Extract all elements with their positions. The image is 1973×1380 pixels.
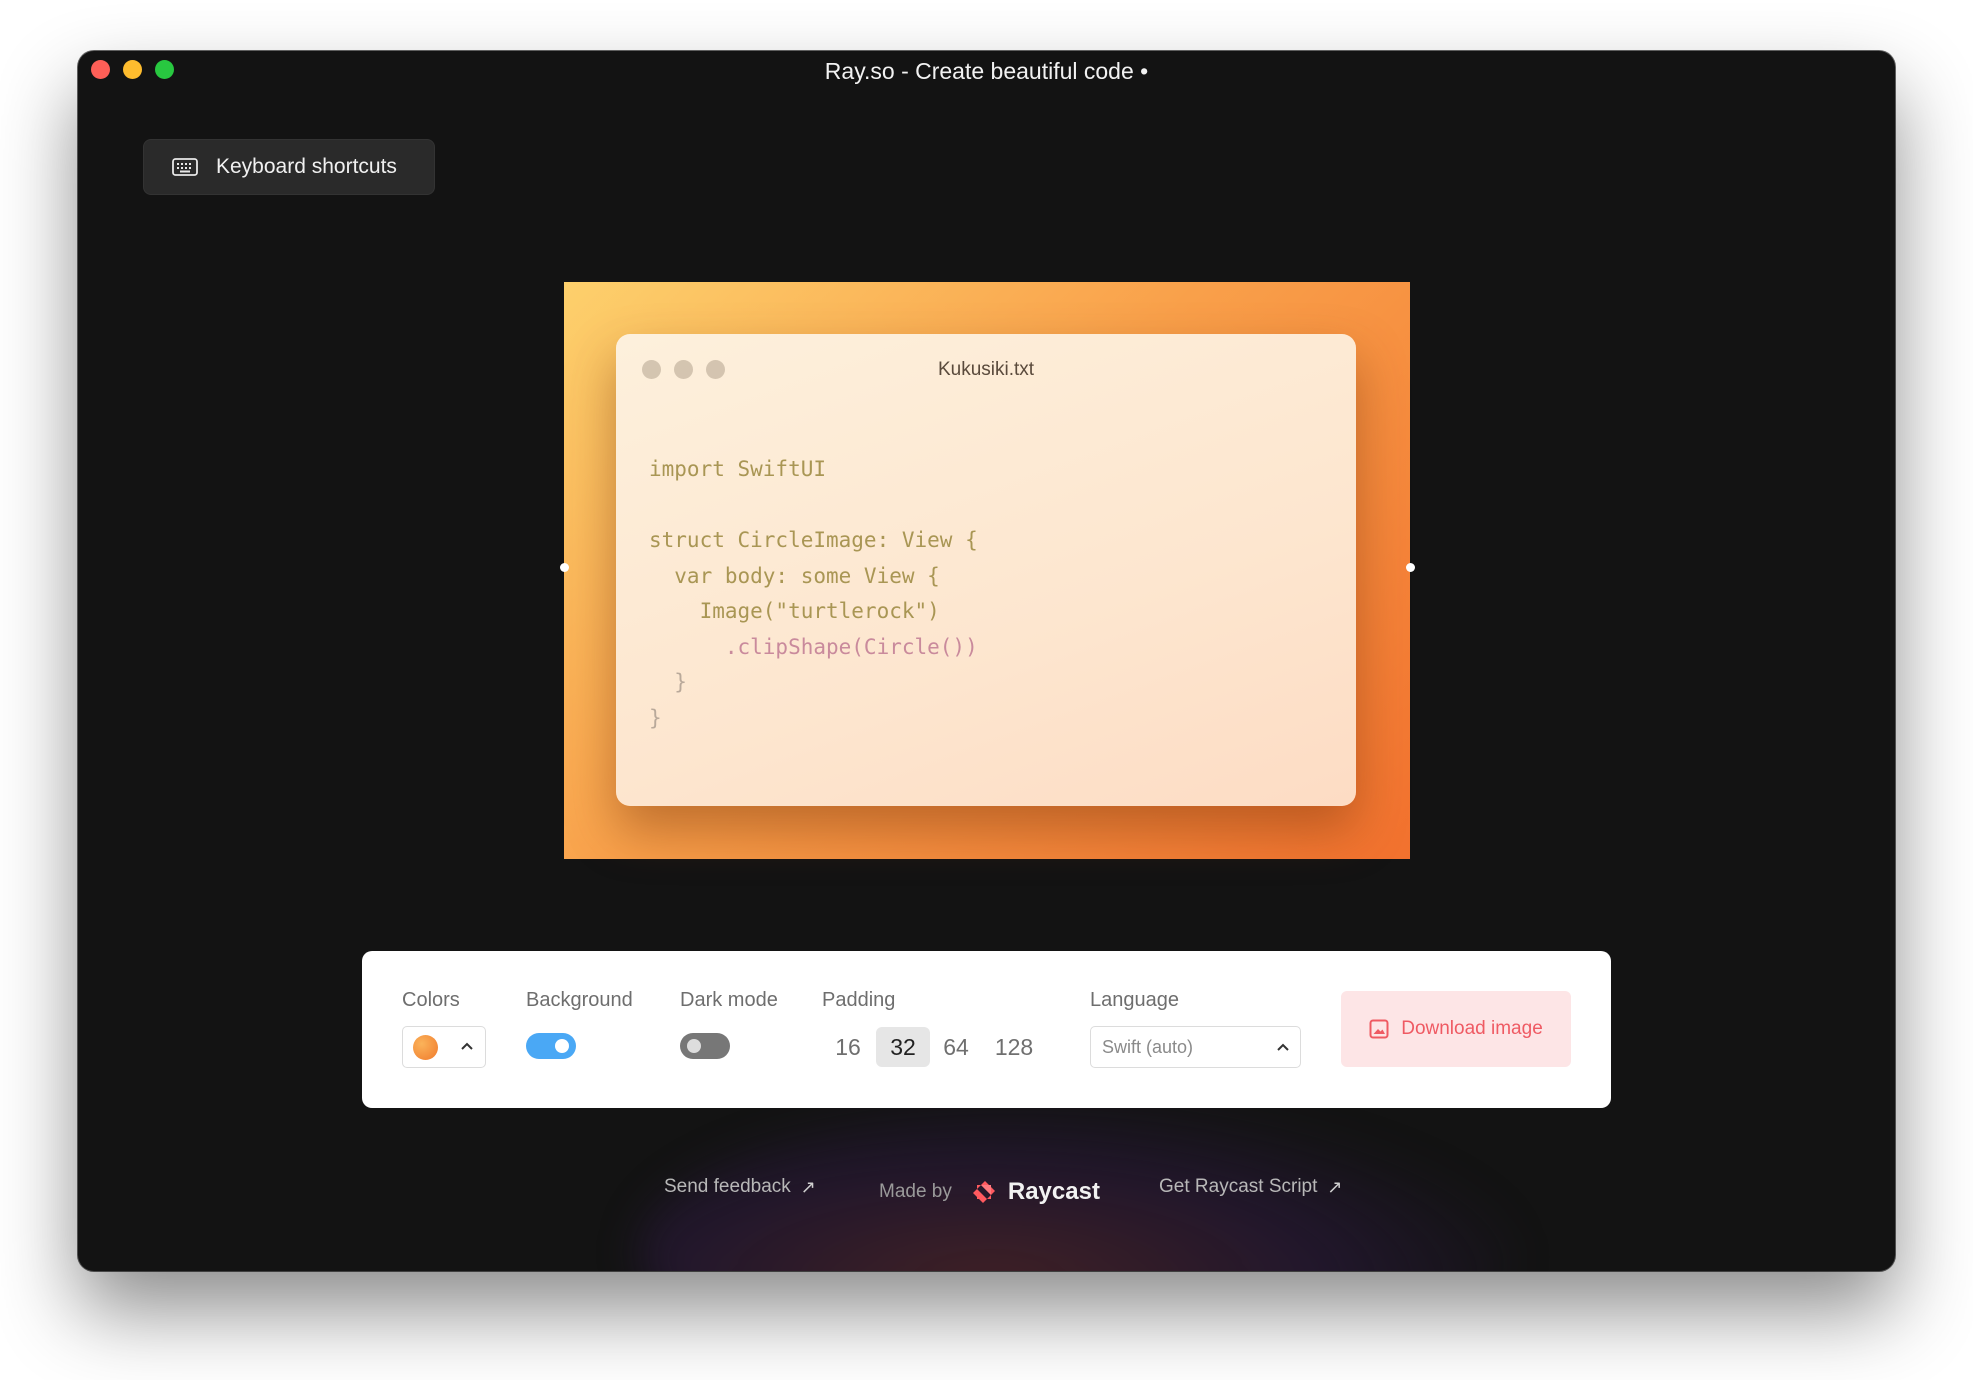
code-line: import SwiftUI — [649, 457, 827, 481]
padding-label: Padding — [822, 989, 896, 1011]
code-line: } — [649, 705, 662, 730]
language-value: Swift (auto) — [1102, 1037, 1194, 1057]
darkmode-toggle[interactable] — [680, 1033, 730, 1059]
code-line: } — [649, 670, 687, 694]
external-arrow-icon: ↗ — [800, 1176, 816, 1197]
window-title: Ray.so - Create beautiful code • — [824, 58, 1149, 84]
download-image-button[interactable]: Download image — [1341, 991, 1571, 1067]
colors-picker-button[interactable] — [402, 1026, 486, 1068]
code-line: var body: some View { — [649, 563, 940, 588]
code-window: Kukusiki.txt import SwiftUI struct Circl… — [616, 334, 1356, 806]
resize-handle-right[interactable] — [1406, 563, 1415, 572]
chevron-up-icon — [1277, 1043, 1289, 1051]
background-label: Background — [526, 989, 633, 1011]
padding-option-64[interactable]: 64 — [934, 1027, 978, 1067]
image-icon — [1369, 1019, 1389, 1039]
raycast-wordmark: Raycast — [1007, 1178, 1100, 1205]
external-arrow-icon: ↗ — [1327, 1176, 1343, 1197]
raycast-logo-icon — [972, 1181, 995, 1203]
get-raycast-script-label: Get Raycast Script — [1159, 1176, 1318, 1197]
padding-option-16[interactable]: 16 — [826, 1027, 870, 1067]
toggle-knob — [687, 1039, 701, 1053]
code-editor[interactable]: import SwiftUI struct CircleImage: View … — [649, 452, 978, 736]
darkmode-label: Dark mode — [680, 989, 778, 1011]
app-window: Ray.so - Create beautiful code • Keyboar… — [78, 51, 1895, 1271]
code-filename[interactable]: Kukusiki.txt — [616, 359, 1356, 381]
chevron-up-icon — [461, 1042, 473, 1050]
code-line: struct CircleImage: View { — [649, 528, 978, 552]
padding-option-128[interactable]: 128 — [984, 1027, 1044, 1067]
colors-label: Colors — [402, 989, 460, 1011]
send-feedback-link[interactable]: Send feedback ↗ — [664, 1176, 816, 1198]
download-label: Download image — [1401, 1018, 1543, 1039]
code-preview-canvas: Kukusiki.txt import SwiftUI struct Circl… — [564, 282, 1410, 859]
made-by-raycast-link[interactable]: Made by Raycast — [879, 1176, 1100, 1208]
color-swatch — [413, 1035, 438, 1060]
resize-handle-left[interactable] — [560, 563, 569, 572]
made-by-label: Made by — [879, 1181, 952, 1202]
language-select[interactable]: Swift (auto) — [1090, 1026, 1301, 1068]
language-label: Language — [1090, 989, 1179, 1011]
keyboard-shortcuts-button[interactable]: Keyboard shortcuts — [143, 139, 435, 195]
code-line: .clipShape(Circle()) — [649, 634, 978, 659]
padding-option-32[interactable]: 32 — [876, 1027, 930, 1067]
toggle-knob — [555, 1039, 569, 1053]
code-line: Image("turtlerock") — [649, 599, 940, 623]
get-raycast-script-link[interactable]: Get Raycast Script ↗ — [1159, 1176, 1342, 1198]
keyboard-shortcuts-label: Keyboard shortcuts — [216, 155, 397, 178]
controls-toolbar: Colors Background Dark mode Padding 16 3… — [362, 951, 1611, 1108]
background-toggle[interactable] — [526, 1033, 576, 1059]
send-feedback-label: Send feedback — [664, 1176, 791, 1197]
keyboard-icon — [172, 158, 198, 176]
